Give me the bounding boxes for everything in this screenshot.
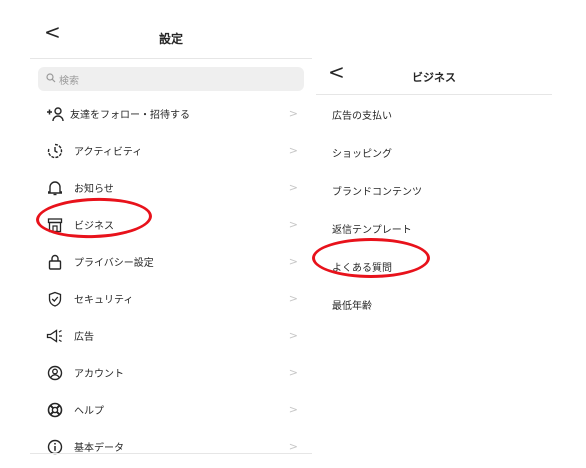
menu-label: アクティビティ	[74, 147, 143, 158]
menu-label: 友達をフォロー・招待する	[70, 110, 190, 121]
account-circle-icon	[46, 364, 64, 382]
search-placeholder: 検索	[59, 75, 79, 87]
bottom-divider	[30, 453, 312, 454]
menu-label: アカウント	[74, 369, 124, 380]
search-icon	[46, 72, 56, 86]
menu-label: ヘルプ	[74, 406, 104, 417]
menu-item-account[interactable]: アカウント >	[30, 354, 312, 391]
menu-item-privacy[interactable]: プライバシー設定 >	[30, 243, 312, 280]
lock-icon	[46, 253, 64, 271]
business-item-minimum-age[interactable]: 最低年齢	[316, 285, 552, 323]
header-divider	[30, 58, 312, 59]
chevron-right-icon: >	[288, 144, 298, 157]
business-item-branded-content[interactable]: ブランドコンテンツ	[316, 171, 552, 209]
menu-item-follow-invite[interactable]: 友達をフォロー・招待する >	[30, 95, 312, 132]
business-menu: 広告の支払い ショッピング ブランドコンテンツ 返信テンプレート よくある質問 …	[316, 95, 552, 323]
menu-label: セキュリティ	[74, 295, 134, 306]
settings-menu: 友達をフォロー・招待する > アクティビティ > お知らせ > ビジネス > プ…	[30, 95, 312, 465]
business-item-shopping[interactable]: ショッピング	[316, 133, 552, 171]
business-panel: < ビジネス 広告の支払い ショッピング ブランドコンテンツ 返信テンプレート …	[316, 56, 552, 346]
bell-icon	[46, 179, 64, 197]
chevron-right-icon: >	[288, 403, 298, 416]
search-input[interactable]: 検索	[38, 67, 304, 91]
business-item-reply-templates[interactable]: 返信テンプレート	[316, 209, 552, 247]
menu-item-help[interactable]: ヘルプ >	[30, 391, 312, 428]
menu-item-activity[interactable]: アクティビティ >	[30, 132, 312, 169]
lifebuoy-icon	[46, 401, 64, 419]
settings-header: < 設定	[30, 14, 312, 58]
menu-label: ビジネス	[74, 221, 114, 232]
chevron-right-icon: >	[288, 440, 298, 453]
add-person-icon	[46, 105, 64, 123]
menu-item-notifications[interactable]: お知らせ >	[30, 169, 312, 206]
business-header: < ビジネス	[316, 56, 552, 94]
business-title: ビジネス	[412, 71, 456, 84]
menu-label: プライバシー設定	[74, 258, 154, 269]
chevron-right-icon: >	[288, 329, 298, 342]
chevron-right-icon: >	[288, 181, 298, 194]
activity-clock-icon	[46, 142, 64, 160]
business-item-ad-payments[interactable]: 広告の支払い	[316, 95, 552, 133]
settings-title: 設定	[158, 32, 183, 46]
menu-label: 基本データ	[74, 443, 124, 454]
chevron-right-icon: >	[288, 255, 298, 268]
chevron-right-icon: >	[288, 218, 298, 231]
menu-item-about[interactable]: 基本データ >	[30, 428, 312, 465]
menu-item-ads[interactable]: 広告 >	[30, 317, 312, 354]
settings-panel: < 設定 検索 友達をフォロー・招待する > アクティビティ > お知らせ > …	[30, 14, 312, 454]
shield-check-icon	[46, 290, 64, 308]
business-item-faq[interactable]: よくある質問	[316, 247, 552, 285]
menu-label: 広告	[74, 332, 94, 343]
chevron-right-icon: >	[288, 292, 298, 305]
chevron-right-icon: >	[288, 366, 298, 379]
chevron-right-icon: >	[288, 107, 298, 120]
shop-icon	[46, 216, 64, 234]
megaphone-icon	[46, 327, 64, 345]
menu-item-security[interactable]: セキュリティ >	[30, 280, 312, 317]
menu-label: お知らせ	[74, 184, 114, 195]
menu-item-business[interactable]: ビジネス >	[30, 206, 312, 243]
